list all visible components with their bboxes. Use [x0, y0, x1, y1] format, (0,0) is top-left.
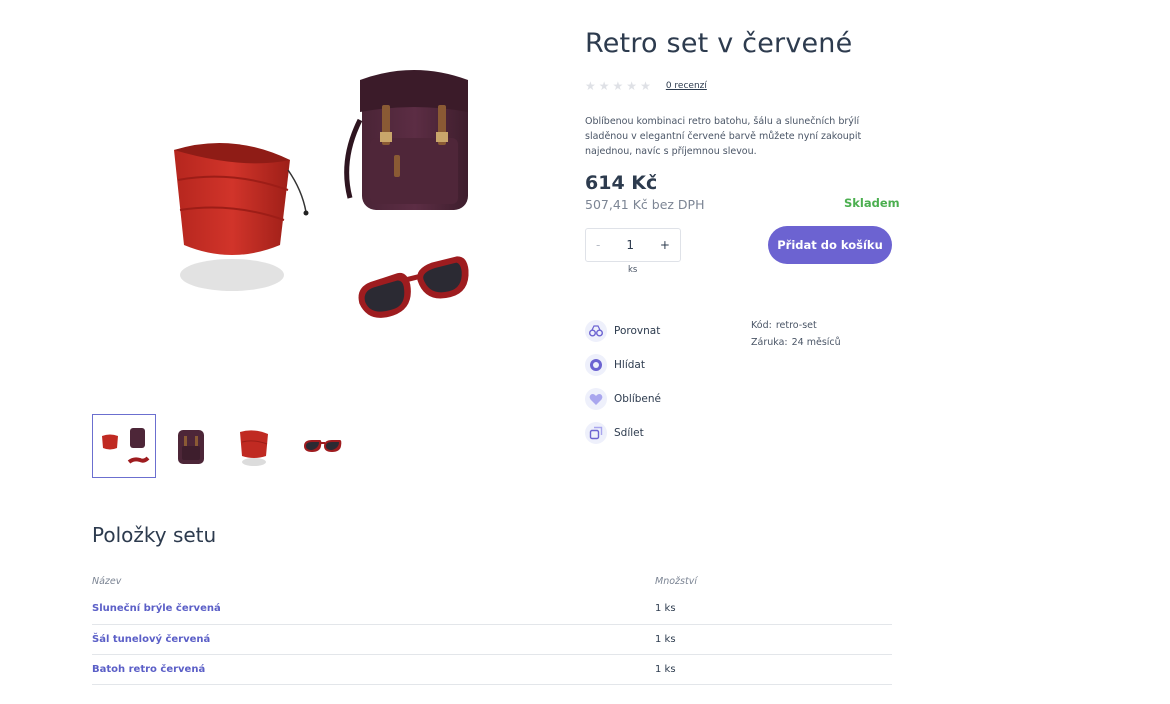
- price: 614 Kč: [585, 172, 658, 194]
- action-watch-label: Hlídat: [614, 359, 645, 371]
- share-icon: [585, 422, 607, 444]
- product-meta: Kód: retro-set Záruka: 24 měsíců: [751, 317, 841, 351]
- set-item-link[interactable]: Sluneční brýle červená: [92, 594, 655, 625]
- warranty-label: Záruka:: [751, 337, 788, 348]
- action-favorite[interactable]: Oblíbené: [585, 382, 661, 416]
- warranty: Záruka: 24 měsíců: [751, 334, 841, 351]
- product-description: Oblíbenou kombinaci retro batohu, šálu a…: [585, 116, 862, 157]
- product-title: Retro set v červené: [585, 28, 853, 59]
- stock-status: Skladem: [844, 196, 900, 210]
- quantity-minus-button[interactable]: -: [596, 238, 600, 252]
- action-favorite-label: Oblíbené: [614, 393, 662, 405]
- thumbnail-sunglasses[interactable]: [290, 414, 354, 478]
- heart-icon: [585, 388, 607, 410]
- star-icon: ★: [612, 79, 624, 93]
- product-code-value: retro-set: [775, 320, 817, 331]
- rating: ★ ★ ★ ★ ★ 0 recenzí: [585, 79, 707, 93]
- action-compare[interactable]: Porovnat: [585, 314, 661, 348]
- action-share[interactable]: Sdílet: [585, 416, 661, 450]
- compare-icon: [585, 320, 607, 342]
- column-header-quantity: Množství: [655, 575, 697, 587]
- product-code-label: Kód:: [751, 320, 772, 331]
- set-item-quantity: 1 ks: [655, 594, 892, 625]
- quantity-stepper: - 1 +: [585, 228, 681, 262]
- product-actions: Porovnat Hlídat Oblíbené Sdílet: [585, 314, 661, 450]
- watch-icon: [585, 354, 607, 376]
- table-row: Batoh retro červená 1 ks: [92, 654, 892, 685]
- quantity-unit: ks: [628, 265, 638, 275]
- thumbnail-set[interactable]: [92, 414, 156, 478]
- star-icon: ★: [598, 79, 610, 93]
- table-row: Sluneční brýle červená 1 ks: [92, 594, 892, 625]
- price-without-vat: 507,41 Kč bez DPH: [585, 197, 705, 212]
- set-item-link[interactable]: Batoh retro červená: [92, 654, 655, 685]
- table-row: Šál tunelový červená 1 ks: [92, 624, 892, 655]
- set-items-table: Název Množství Sluneční brýle červená 1 …: [92, 568, 892, 685]
- quantity-plus-button[interactable]: +: [660, 238, 670, 252]
- thumbnail-strip: [92, 414, 356, 478]
- action-watch[interactable]: Hlídat: [585, 348, 661, 382]
- add-to-cart-button[interactable]: Přidat do košíku: [768, 226, 892, 264]
- set-item-quantity: 1 ks: [655, 624, 892, 655]
- set-item-link[interactable]: Šál tunelový červená: [92, 624, 655, 655]
- product-code: Kód: retro-set: [751, 317, 841, 334]
- star-icon: ★: [640, 79, 651, 93]
- table-header-row: Název Množství: [92, 568, 892, 594]
- action-compare-label: Porovnat: [614, 325, 661, 337]
- thumbnail-scarf[interactable]: [224, 414, 288, 478]
- star-icon: ★: [626, 79, 638, 93]
- star-icon: ★: [585, 79, 596, 93]
- set-items-title: Položky setu: [92, 523, 217, 547]
- quantity-input[interactable]: 1: [626, 238, 634, 252]
- reviews-link[interactable]: 0 recenzí: [666, 81, 707, 91]
- set-item-quantity: 1 ks: [655, 654, 892, 685]
- warranty-value: 24 měsíců: [791, 337, 841, 348]
- column-header-name: Název: [92, 575, 122, 587]
- action-share-label: Sdílet: [614, 427, 644, 439]
- thumbnail-backpack[interactable]: [158, 414, 222, 478]
- product-main-image[interactable]: [92, 20, 562, 390]
